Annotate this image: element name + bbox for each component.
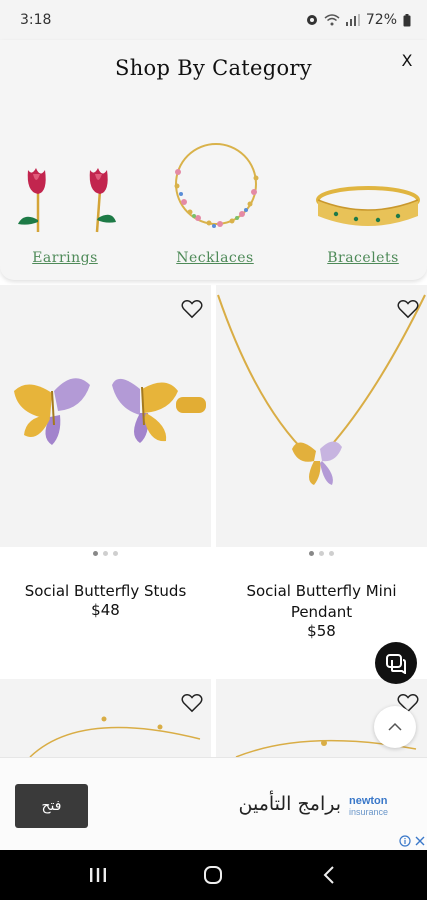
product-card[interactable]: Social Butterfly Mini Pendant $58 <box>216 285 427 677</box>
product-card[interactable]: Social Butterfly Studs $48 <box>0 285 211 677</box>
recent-apps-button[interactable] <box>78 855 118 895</box>
back-button[interactable] <box>309 855 349 895</box>
heart-outline-icon[interactable] <box>181 693 203 713</box>
ad-text[interactable]: برامج التأمين <box>239 793 342 815</box>
image-carousel-dots <box>0 551 211 556</box>
product-card[interactable] <box>0 679 211 758</box>
heart-outline-icon[interactable] <box>397 299 419 319</box>
chevron-up-icon <box>388 722 402 731</box>
category-label-bracelets[interactable]: Bracelets <box>298 250 427 266</box>
product-image[interactable] <box>0 679 211 758</box>
carousel-dot[interactable] <box>93 551 98 556</box>
product-price: $58 <box>307 622 336 640</box>
back-icon <box>323 866 334 884</box>
status-bar: 3:18 72% <box>0 0 427 40</box>
carousel-dot[interactable] <box>319 551 324 556</box>
product-price: $48 <box>91 601 120 619</box>
ad-choices[interactable] <box>399 834 425 848</box>
category-sheet: Shop By Category X Earrings Necklaces Br… <box>0 40 427 280</box>
product-name[interactable]: Social Butterfly Studs <box>8 581 203 602</box>
system-nav-bar <box>0 850 427 900</box>
signal-icon <box>345 14 360 26</box>
necklace-product-image <box>29 716 201 758</box>
home-button[interactable] <box>193 855 233 895</box>
image-carousel-dots <box>216 551 427 556</box>
ad-info-icon[interactable] <box>399 835 411 847</box>
home-icon <box>204 866 223 884</box>
butterfly-pendant-image <box>217 294 426 485</box>
chat-icon <box>386 654 406 674</box>
status-icons: 72% <box>306 12 411 28</box>
ad-open-button[interactable]: فتح <box>15 784 88 828</box>
ad-close-icon[interactable] <box>415 836 425 846</box>
necklaces-image <box>174 143 259 228</box>
category-label-necklaces[interactable]: Necklaces <box>150 250 280 266</box>
carousel-dot[interactable] <box>113 551 118 556</box>
status-time: 3:18 <box>20 12 52 28</box>
close-button[interactable]: X <box>395 48 419 72</box>
category-necklaces[interactable]: Necklaces <box>150 140 280 270</box>
ad-brand-logo[interactable]: newton insurance <box>349 796 403 818</box>
privacy-dot-icon <box>306 15 317 25</box>
wifi-icon <box>324 14 340 26</box>
scroll-to-top-button[interactable] <box>374 706 416 748</box>
ad-banner[interactable]: فتح برامج التأمين newton insurance <box>0 757 427 850</box>
butterfly-studs-image <box>14 378 206 445</box>
carousel-dot[interactable] <box>103 551 108 556</box>
ad-brand-name: newton <box>349 795 388 807</box>
product-image[interactable] <box>0 285 211 547</box>
sheet-title: Shop By Category <box>115 56 312 80</box>
chat-button[interactable] <box>375 642 417 684</box>
category-earrings[interactable]: Earrings <box>0 140 130 270</box>
category-label-earrings[interactable]: Earrings <box>0 250 130 266</box>
product-image[interactable] <box>216 285 427 547</box>
category-bracelets[interactable]: Bracelets <box>298 140 427 270</box>
bracelets-image <box>316 186 420 226</box>
battery-percent: 72% <box>365 12 397 28</box>
carousel-dot[interactable] <box>309 551 314 556</box>
heart-outline-icon[interactable] <box>181 299 203 319</box>
carousel-dot[interactable] <box>329 551 334 556</box>
recent-apps-icon <box>89 868 106 882</box>
ad-brand-sub: insurance <box>349 807 389 817</box>
earrings-image <box>18 168 116 233</box>
battery-icon <box>403 13 411 26</box>
product-name[interactable]: Social Butterfly Mini Pendant <box>224 581 419 623</box>
